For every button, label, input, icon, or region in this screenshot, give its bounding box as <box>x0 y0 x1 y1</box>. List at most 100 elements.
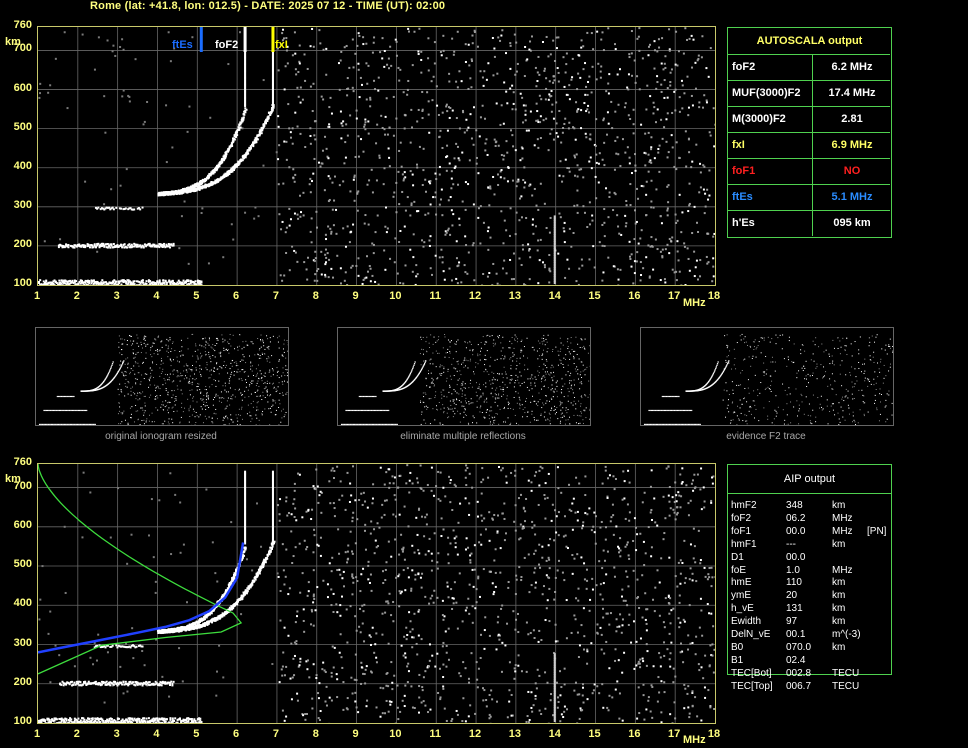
autoscala-row-h-es: h'Es 095 km <box>728 210 890 236</box>
top-x-tick-14: 14 <box>548 290 561 302</box>
x-unit-bottom: MHz <box>683 734 706 746</box>
autoscala-key: h'Es <box>732 217 755 229</box>
aip-cell: 348 <box>786 500 803 511</box>
aip-cell: h_vE <box>731 603 754 615</box>
top-x-tick-16: 16 <box>628 290 641 302</box>
aip-cell: MHz <box>832 564 853 576</box>
aip-cell: km <box>832 590 846 602</box>
bottom-x-tick-5: 5 <box>193 728 200 740</box>
aip-cell: foF1 <box>731 525 752 537</box>
aip-cell: 00.0 <box>786 551 806 563</box>
bottom-x-tick-9: 9 <box>352 728 359 740</box>
top-y-tick-200: 200 <box>13 237 32 250</box>
bottom-y-tick-100: 100 <box>13 715 32 727</box>
ionogram-main-plot <box>37 26 716 286</box>
aip-cell: 97 <box>786 616 798 628</box>
bottom-y-tick-600: 600 <box>13 518 32 531</box>
aip-cell: ymE <box>731 590 751 602</box>
bottom-x-tick-12: 12 <box>468 728 482 740</box>
top-x-tick-6: 6 <box>233 290 240 302</box>
aip-cell: 20 <box>786 590 798 602</box>
autoscala-value: 17.4 MHz <box>828 87 876 99</box>
thumbnail-f2-trace <box>640 327 894 426</box>
bottom-y-tick-300: 300 <box>13 636 32 649</box>
aip-cell: 131 <box>786 603 803 615</box>
model-profile-curve <box>38 464 243 675</box>
autoscala-key: MUF(3000)F2 <box>732 87 801 99</box>
bottom-x-tick-8: 8 <box>312 728 319 740</box>
bottom-y-tick-760: 760 <box>13 456 32 468</box>
aip-cell: km <box>832 616 846 628</box>
autoscala-row-ftes: ftEs 5.1 MHz <box>728 184 890 210</box>
bottom-y-tick-400: 400 <box>13 597 32 610</box>
bottom-x-tick-6: 6 <box>233 728 240 740</box>
top-x-tick-17: 17 <box>668 290 681 302</box>
aip-cell: km <box>832 538 846 550</box>
autoscala-value: 2.81 <box>841 113 863 125</box>
ftEs-marker-label: ftEs <box>172 39 193 51</box>
ionogram-profile-plot <box>37 463 716 724</box>
autoscala-title: AUTOSCALA output <box>756 35 863 47</box>
aip-cell: 1.0 <box>786 564 800 576</box>
foF2-marker-label: foF2 <box>215 39 239 51</box>
autoscala-value: 6.2 MHz <box>831 61 873 73</box>
top-x-tick-12: 12 <box>468 290 482 302</box>
bottom-x-tick-10: 10 <box>389 728 402 740</box>
aip-cell: hmF1 <box>731 538 757 550</box>
bottom-x-tick-15: 15 <box>588 728 601 740</box>
bottom-x-tick-18: 18 <box>707 728 721 740</box>
aip-cell: foE <box>731 564 747 576</box>
top-x-tick-5: 5 <box>193 290 200 302</box>
top-x-tick-2: 2 <box>73 290 80 302</box>
autoscala-value: 095 km <box>833 217 871 229</box>
bottom-x-tick-2: 2 <box>73 728 80 740</box>
top-y-tick-400: 400 <box>13 159 32 172</box>
aip-cell: hmE <box>731 577 752 589</box>
autoscala-value: 6.9 MHz <box>831 139 873 151</box>
bottom-y-tick-500: 500 <box>13 558 32 571</box>
aip-cell: TEC[Bot] <box>731 667 772 679</box>
x-unit-top: MHz <box>683 297 706 309</box>
aip-cell: 006.7 <box>786 680 812 692</box>
y-unit-top: km <box>5 36 21 48</box>
ionogram-canvas <box>38 464 715 723</box>
aip-cell: m^(-3) <box>832 629 861 640</box>
aip-cell: --- <box>786 538 796 550</box>
aip-cell: MHz <box>832 525 853 537</box>
top-x-tick-15: 15 <box>588 290 601 302</box>
bottom-x-tick-16: 16 <box>628 728 641 740</box>
thumbnail-caption-eliminate: eliminate multiple reflections <box>400 431 526 442</box>
autoscala-key: fxI <box>732 139 745 151</box>
aip-cell: TECU <box>832 667 860 679</box>
autoscala-row-fxi: fxI 6.9 MHz <box>728 132 890 158</box>
aip-cell: D1 <box>731 551 744 563</box>
aip-cell: Ewidth <box>731 616 762 628</box>
top-x-tick-9: 9 <box>352 290 359 302</box>
top-x-tick-10: 10 <box>389 290 402 302</box>
aip-cell: 02.4 <box>786 654 806 666</box>
fxI-marker-label: fxI <box>275 39 288 51</box>
top-y-tick-300: 300 <box>13 198 32 211</box>
aip-cell: TEC[Top] <box>731 680 773 692</box>
aip-cell: km <box>832 500 846 511</box>
autoscala-row-fof1: foF1 NO <box>728 158 890 184</box>
station-header: Rome (lat: +41.8, lon: 012.5) - DATE: 20… <box>90 0 446 12</box>
aip-cell: [PN] <box>867 525 887 537</box>
aip-cell: km <box>832 641 846 653</box>
bottom-x-tick-13: 13 <box>508 728 521 740</box>
bottom-x-tick-4: 4 <box>153 728 160 740</box>
top-y-tick-600: 600 <box>13 81 32 94</box>
autoscala-value: 5.1 MHz <box>831 191 873 203</box>
aip-cell: 06.2 <box>786 512 806 524</box>
top-x-tick-4: 4 <box>153 290 160 302</box>
bottom-x-tick-3: 3 <box>113 728 120 740</box>
aip-cell: 070.0 <box>786 641 812 653</box>
aip-cell: B1 <box>731 654 744 666</box>
bottom-x-tick-1: 1 <box>33 728 41 740</box>
bottom-x-tick-17: 17 <box>668 728 681 740</box>
bottom-x-tick-14: 14 <box>548 728 561 740</box>
bottom-x-tick-7: 7 <box>272 728 279 740</box>
autoscala-value: NO <box>843 165 861 177</box>
autoscala-row-m-3000-f2: M(3000)F2 2.81 <box>728 106 890 132</box>
aip-cell: DelN_vE <box>731 629 771 640</box>
